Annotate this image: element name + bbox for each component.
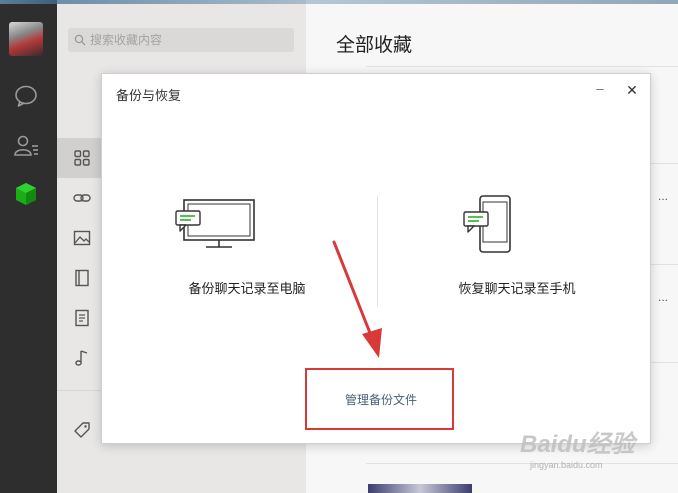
image-icon (73, 230, 91, 246)
sidebar-item-all[interactable] (57, 138, 105, 178)
close-button[interactable]: ✕ (624, 82, 640, 98)
avatar[interactable] (9, 22, 43, 56)
sidebar-item-links[interactable] (57, 178, 105, 218)
favorites-cube-icon[interactable] (12, 180, 40, 208)
wallpaper-strip-side (57, 0, 306, 4)
page-title: 全部收藏 (336, 35, 413, 56)
all-grid-icon (74, 150, 90, 166)
sidebar-item-notes[interactable] (57, 298, 105, 338)
annotation-highlight-box (305, 368, 454, 430)
wallpaper-strip-main (306, 0, 678, 4)
sidebar-item-books[interactable] (57, 258, 105, 298)
search-icon (74, 34, 86, 46)
link-icon (73, 194, 91, 202)
dialog-title: 备份与恢复 (116, 88, 182, 103)
list-item-truncated[interactable]: ... (658, 290, 668, 304)
book-icon (75, 269, 89, 287)
search-input[interactable] (90, 28, 290, 52)
left-rail (0, 0, 57, 493)
watermark: Baidu经验 jingyan.baidu.com (520, 418, 670, 488)
tag-icon (74, 422, 90, 438)
contacts-icon[interactable] (12, 132, 40, 160)
watermark-logo: Baidu经验 (520, 431, 635, 458)
watermark-url: jingyan.baidu.com (530, 460, 603, 470)
list-divider (366, 66, 678, 67)
chat-icon[interactable] (12, 82, 40, 110)
sidebar-item-images[interactable] (57, 218, 105, 258)
wallpaper-strip (0, 0, 57, 4)
note-icon (75, 309, 89, 327)
minimize-button[interactable]: – (592, 82, 608, 100)
list-item-truncated[interactable]: ... (658, 189, 668, 203)
search-box[interactable] (68, 28, 294, 52)
annotation-arrow (332, 240, 382, 358)
computer-icon (175, 199, 255, 248)
phone-icon (463, 195, 511, 253)
restore-to-phone-label: 恢复聊天记录至手机 (458, 281, 576, 296)
music-icon (75, 350, 88, 366)
list-item-thumbnail[interactable] (368, 484, 472, 493)
sidebar-item-tags[interactable] (57, 410, 105, 450)
restore-to-phone-option[interactable]: 恢复聊天记录至手机 (402, 174, 632, 314)
sidebar-item-music[interactable] (57, 338, 105, 378)
